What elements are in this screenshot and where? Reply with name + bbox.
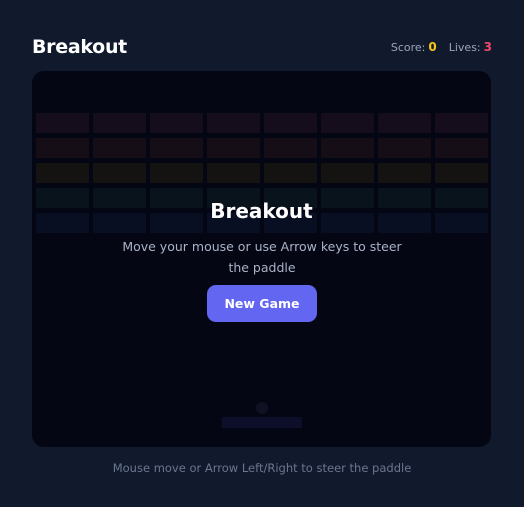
lives-value: 3 xyxy=(483,40,492,54)
overlay-instructions: Move your mouse or use Arrow keys to ste… xyxy=(122,239,402,275)
new-game-button[interactable]: New Game xyxy=(207,285,317,322)
app-title: Breakout xyxy=(32,36,127,58)
lives-label: Lives: xyxy=(448,41,481,54)
start-overlay: Breakout Move your mouse or use Arrow ke… xyxy=(32,71,491,447)
header: Breakout Score: 0 Lives: 3 xyxy=(32,34,492,60)
score-label: Score: xyxy=(390,41,426,54)
score-value: 0 xyxy=(428,40,437,54)
app: Breakout Score: 0 Lives: 3 Breakout Move y… xyxy=(0,0,524,507)
overlay-title: Breakout xyxy=(210,199,313,223)
stats: Score: 0 Lives: 3 xyxy=(391,40,492,54)
lives: Lives: 3 xyxy=(449,40,492,54)
footer-hint: Mouse move or Arrow Left/Right to steer … xyxy=(112,461,412,475)
score: Score: 0 xyxy=(391,40,437,54)
game-board[interactable]: Breakout Move your mouse or use Arrow ke… xyxy=(32,71,491,447)
